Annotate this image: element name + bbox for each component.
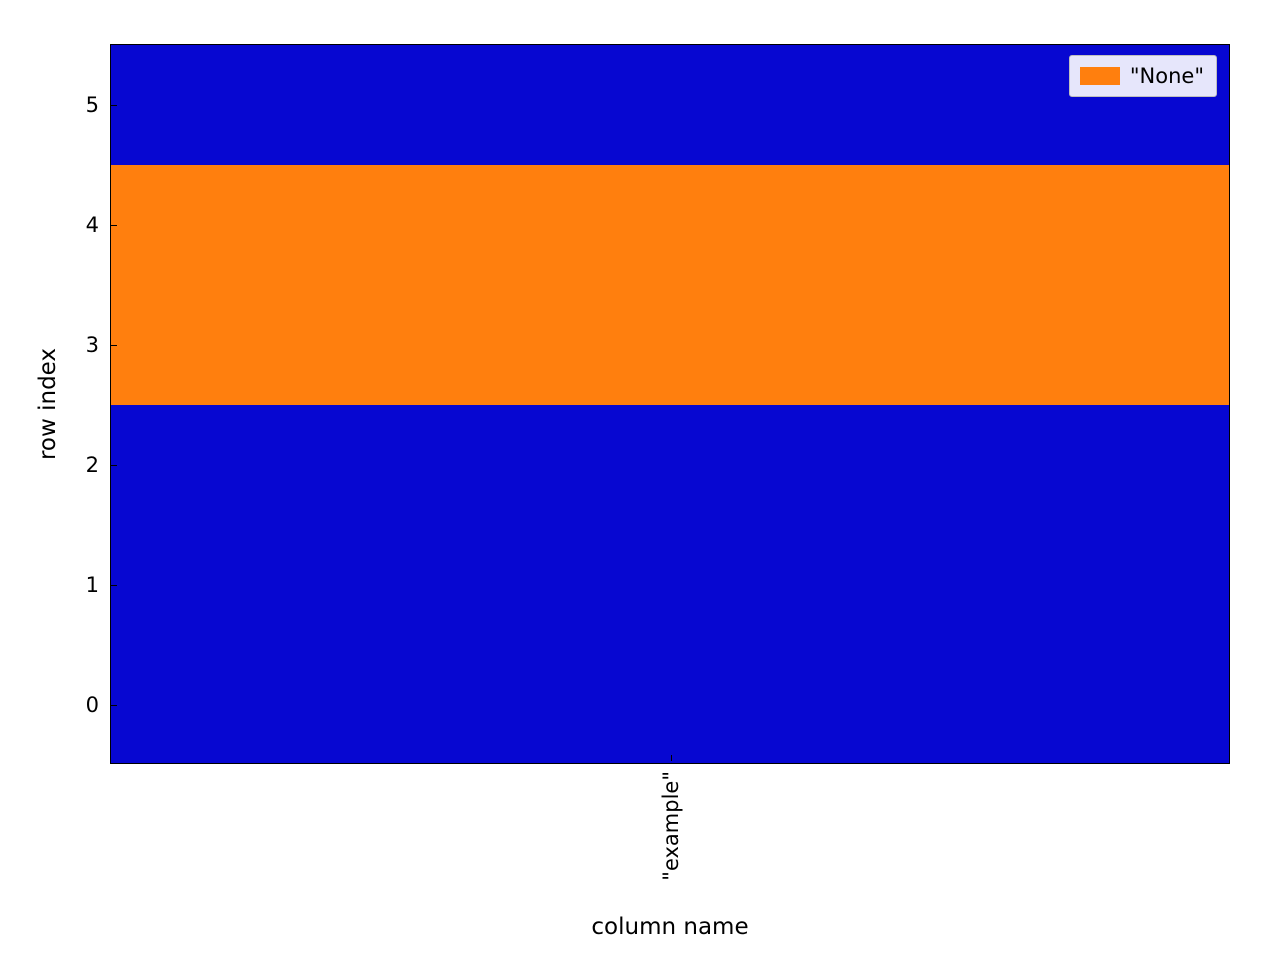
axes: "None" 012345"example": [110, 44, 1230, 764]
x-axis-label: column name: [591, 914, 748, 940]
y-tick-label: 1: [86, 573, 99, 597]
legend-label: "None": [1130, 64, 1204, 88]
heatmap-cell: [111, 165, 1229, 285]
y-tick: 2: [86, 453, 111, 477]
legend: "None": [1069, 55, 1217, 97]
y-tick: 0: [86, 693, 111, 717]
heatmap-cell: [111, 645, 1229, 763]
figure: "None" 012345"example" row index column …: [0, 0, 1280, 960]
y-tick: 5: [86, 93, 111, 117]
heatmap-cell: [111, 45, 1229, 165]
legend-item: "None": [1080, 64, 1204, 88]
y-axis-label: row index: [35, 348, 61, 460]
x-tick-label: "example": [659, 771, 683, 881]
heatmap-cell: [111, 405, 1229, 525]
y-tick-label: 2: [86, 453, 99, 477]
y-tick: 3: [86, 333, 111, 357]
y-tick-label: 5: [86, 93, 99, 117]
y-tick-label: 3: [86, 333, 99, 357]
y-tick-label: 0: [86, 693, 99, 717]
x-tick: "example": [659, 763, 683, 886]
heatmap-cell: [111, 285, 1229, 405]
y-tick: 1: [86, 573, 111, 597]
heatmap-plot: [111, 45, 1229, 763]
legend-swatch: [1080, 67, 1120, 85]
heatmap-cell: [111, 525, 1229, 645]
y-tick: 4: [86, 213, 111, 237]
y-tick-label: 4: [86, 213, 99, 237]
